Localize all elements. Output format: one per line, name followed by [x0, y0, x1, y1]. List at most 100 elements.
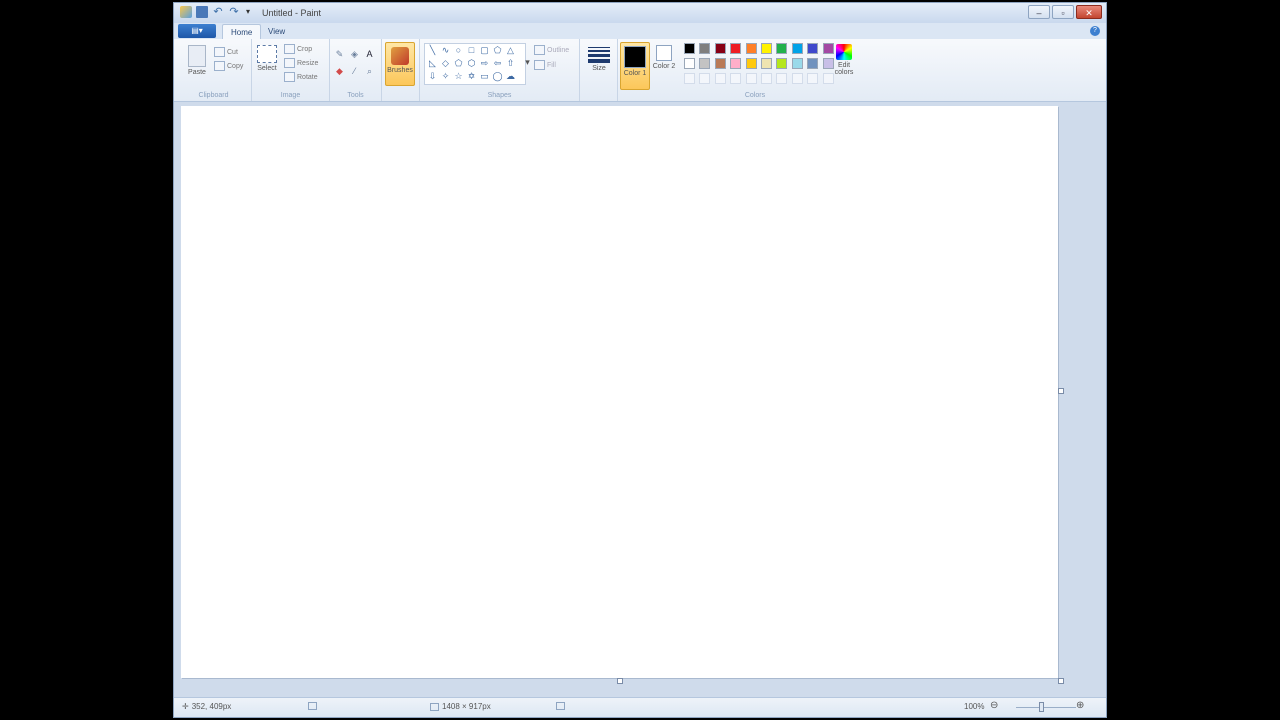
ribbon: Paste Cut Copy Clipboard Select Crop Res… [174, 39, 1106, 102]
custom-color-slot[interactable] [745, 73, 757, 84]
color1-swatch [624, 46, 646, 68]
arrow-right-shape-icon[interactable]: ⇨ [479, 58, 490, 69]
custom-color-slot[interactable] [714, 73, 726, 84]
crop-button[interactable]: Crop [284, 44, 312, 54]
oval-shape-icon[interactable]: ○ [453, 45, 464, 56]
minimize-button[interactable]: – [1028, 5, 1050, 19]
custom-color-slot[interactable] [730, 73, 742, 84]
palette-swatch[interactable] [699, 58, 711, 69]
palette-swatch[interactable] [807, 58, 819, 69]
resize-button[interactable]: Resize [284, 58, 318, 68]
custom-color-slot[interactable] [699, 73, 711, 84]
disk-icon [556, 702, 565, 710]
pencil-icon[interactable]: ✎ [334, 49, 345, 60]
curve-shape-icon[interactable]: ∿ [440, 45, 451, 56]
palette-swatch[interactable] [776, 58, 788, 69]
palette-swatch[interactable] [714, 58, 726, 69]
pentagon-shape-icon[interactable]: ⬠ [453, 58, 464, 69]
zoom-out-icon[interactable]: ⊖ [990, 700, 998, 711]
drawing-canvas[interactable] [181, 106, 1058, 678]
palette-swatch[interactable] [791, 43, 803, 54]
custom-color-slot[interactable] [807, 73, 819, 84]
callout-cloud-shape-icon[interactable]: ☁ [505, 71, 516, 82]
triangle-shape-icon[interactable]: △ [505, 45, 516, 56]
color1-button[interactable]: Color 1 [620, 42, 650, 90]
right-triangle-shape-icon[interactable]: ◺ [427, 58, 438, 69]
star5-shape-icon[interactable]: ☆ [453, 71, 464, 82]
custom-color-slot[interactable] [684, 73, 695, 84]
save-icon[interactable] [196, 6, 208, 18]
close-button[interactable]: ✕ [1076, 5, 1102, 19]
line-shape-icon[interactable]: ╲ [427, 45, 438, 56]
star6-shape-icon[interactable]: ✡ [466, 71, 477, 82]
window-title: Untitled - Paint [262, 8, 322, 18]
edit-colors-button[interactable]: Edit colors [830, 44, 858, 76]
clipboard-group: Paste Cut Copy Clipboard [176, 39, 252, 101]
fill-button[interactable]: Fill [534, 60, 556, 70]
canvas-size-icon [430, 702, 439, 711]
size-button[interactable]: Size [586, 45, 612, 72]
redo-icon[interactable]: ↷ [228, 6, 240, 18]
arrow-left-shape-icon[interactable]: ⇦ [492, 58, 503, 69]
undo-icon[interactable]: ↶ [212, 6, 224, 18]
file-menu-button[interactable]: ▤▾ [178, 24, 216, 38]
fill-bucket-icon[interactable]: ◈ [349, 49, 360, 60]
palette-swatch[interactable] [684, 58, 695, 69]
palette-swatch[interactable] [684, 43, 695, 54]
zoom-slider-track[interactable] [1016, 707, 1076, 708]
paint-app-icon[interactable] [180, 6, 192, 18]
rounded-rect-shape-icon[interactable]: ▢ [479, 45, 490, 56]
shapes-more-icon[interactable]: ▾ [522, 57, 533, 68]
custom-color-slot[interactable] [776, 73, 788, 84]
maximize-button[interactable]: ▫ [1052, 5, 1074, 19]
zoom-in-icon[interactable]: ⊕ [1076, 700, 1084, 711]
arrow-up-shape-icon[interactable]: ⇧ [505, 58, 516, 69]
polygon-shape-icon[interactable]: ⬠ [492, 45, 503, 56]
resize-handle-corner[interactable] [1058, 678, 1064, 684]
palette-swatch[interactable] [745, 43, 757, 54]
paint-window: ↶ ↷ ▾ Untitled - Paint – ▫ ✕ ▤▾ Home Vie… [173, 2, 1107, 718]
custom-color-slot[interactable] [761, 73, 772, 84]
paste-button[interactable]: Paste [184, 45, 210, 76]
outline-button[interactable]: Outline [534, 45, 569, 55]
palette-swatch[interactable] [699, 43, 711, 54]
color2-button[interactable]: Color 2 [650, 42, 678, 88]
palette-swatch[interactable] [714, 43, 726, 54]
color-picker-icon[interactable]: ⁄ [349, 66, 360, 77]
palette-swatch[interactable] [730, 43, 742, 54]
canvas-workspace[interactable] [174, 102, 1106, 698]
tab-view[interactable]: View [260, 24, 293, 39]
custom-color-slot[interactable] [791, 73, 803, 84]
palette-swatch[interactable] [745, 58, 757, 69]
resize-handle-bottom[interactable] [617, 678, 623, 684]
clipboard-label: Clipboard [198, 92, 229, 99]
magnifier-icon[interactable]: ⌕ [364, 66, 375, 77]
selection-icon [308, 702, 317, 710]
rotate-button[interactable]: Rotate [284, 72, 318, 82]
callout-oval-shape-icon[interactable]: ◯ [492, 71, 503, 82]
callout-rect-shape-icon[interactable]: ▭ [479, 71, 490, 82]
tab-home[interactable]: Home [222, 24, 262, 40]
customize-dropdown-icon[interactable]: ▾ [244, 6, 252, 18]
arrow-down-shape-icon[interactable]: ⇩ [427, 71, 438, 82]
star4-shape-icon[interactable]: ✧ [440, 71, 451, 82]
palette-swatch[interactable] [761, 58, 772, 69]
palette-swatch[interactable] [776, 43, 788, 54]
rectangle-shape-icon[interactable]: □ [466, 45, 477, 56]
palette-swatch[interactable] [730, 58, 742, 69]
resize-handle-right[interactable] [1058, 388, 1064, 394]
eraser-icon[interactable]: ◆ [334, 66, 345, 77]
select-button[interactable]: Select [256, 45, 278, 72]
brushes-button[interactable]: Brushes [385, 42, 415, 86]
palette-swatch[interactable] [807, 43, 819, 54]
palette-swatch[interactable] [761, 43, 772, 54]
text-icon[interactable]: A [364, 49, 375, 60]
help-icon[interactable]: ? [1090, 26, 1100, 36]
hexagon-shape-icon[interactable]: ⬡ [466, 58, 477, 69]
cut-button[interactable]: Cut [214, 47, 238, 57]
copy-button[interactable]: Copy [214, 61, 243, 71]
palette-swatch[interactable] [791, 58, 803, 69]
zoom-slider-thumb[interactable] [1039, 702, 1044, 712]
brush-icon [391, 47, 409, 65]
diamond-shape-icon[interactable]: ◇ [440, 58, 451, 69]
